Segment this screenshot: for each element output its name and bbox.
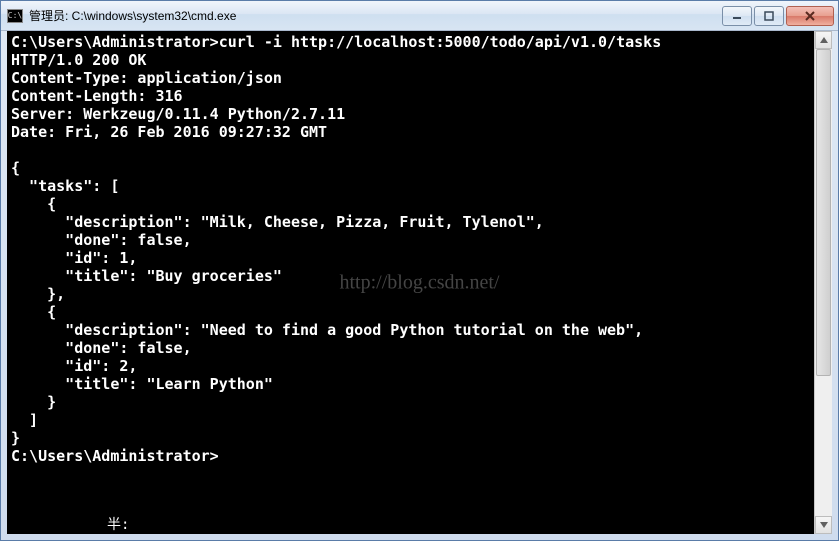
json-line: "done": false, bbox=[11, 339, 192, 357]
window-title: 管理员: C:\windows\system32\cmd.exe bbox=[29, 7, 722, 24]
json-line: "title": "Buy groceries" bbox=[11, 267, 282, 285]
json-line: "title": "Learn Python" bbox=[11, 375, 273, 393]
minimize-icon bbox=[732, 11, 742, 21]
scrollbar-thumb[interactable] bbox=[816, 49, 831, 376]
cmd-icon: C:\ bbox=[7, 9, 23, 23]
json-line: "id": 1, bbox=[11, 249, 137, 267]
terminal-output[interactable]: C:\Users\Administrator>curl -i http://lo… bbox=[7, 31, 812, 534]
json-line: } bbox=[11, 393, 56, 411]
header-server: Server: Werkzeug/0.11.4 Python/2.7.11 bbox=[11, 105, 345, 123]
command-text: curl -i http://localhost:5000/todo/api/v… bbox=[219, 33, 662, 51]
scrollbar-track[interactable] bbox=[815, 49, 832, 516]
cmd-window: C:\ 管理员: C:\windows\system32\cmd.exe C:\… bbox=[0, 0, 839, 541]
header-date: Date: Fri, 26 Feb 2016 09:27:32 GMT bbox=[11, 123, 327, 141]
json-line: "done": false, bbox=[11, 231, 192, 249]
json-line: { bbox=[11, 303, 56, 321]
ime-status: 半: bbox=[107, 514, 129, 534]
scroll-up-button[interactable] bbox=[815, 31, 832, 49]
header-content-type: Content-Type: application/json bbox=[11, 69, 282, 87]
vertical-scrollbar[interactable] bbox=[814, 31, 832, 534]
scroll-down-button[interactable] bbox=[815, 516, 832, 534]
client-area: C:\Users\Administrator>curl -i http://lo… bbox=[7, 31, 832, 534]
json-line: ] bbox=[11, 411, 38, 429]
json-line: }, bbox=[11, 285, 65, 303]
maximize-button[interactable] bbox=[754, 6, 784, 26]
json-line: { bbox=[11, 195, 56, 213]
window-controls bbox=[722, 6, 834, 26]
close-button[interactable] bbox=[786, 6, 834, 26]
close-icon bbox=[804, 11, 816, 21]
prompt: C:\Users\Administrator> bbox=[11, 33, 219, 51]
minimize-button[interactable] bbox=[722, 6, 752, 26]
prompt: C:\Users\Administrator> bbox=[11, 447, 219, 465]
http-status-line: HTTP/1.0 200 OK bbox=[11, 51, 146, 69]
json-line: "tasks": [ bbox=[11, 177, 119, 195]
json-line: "description": "Need to find a good Pyth… bbox=[11, 321, 643, 339]
header-content-length: Content-Length: 316 bbox=[11, 87, 183, 105]
titlebar[interactable]: C:\ 管理员: C:\windows\system32\cmd.exe bbox=[1, 1, 838, 31]
json-line: { bbox=[11, 159, 20, 177]
json-line: "id": 2, bbox=[11, 357, 137, 375]
chevron-down-icon bbox=[820, 522, 828, 528]
json-line: } bbox=[11, 429, 20, 447]
chevron-up-icon bbox=[820, 37, 828, 43]
json-line: "description": "Milk, Cheese, Pizza, Fru… bbox=[11, 213, 544, 231]
maximize-icon bbox=[764, 11, 774, 21]
